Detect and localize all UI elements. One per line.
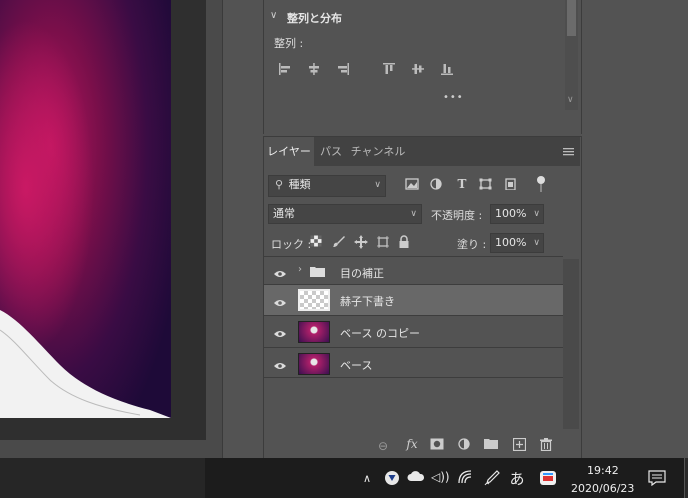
lock-move-icon[interactable] — [354, 235, 368, 252]
layer-name: ベース のコピー — [340, 327, 420, 340]
align-panel-title: 整列と分布 — [287, 12, 342, 25]
fill-label: 塗り : — [457, 238, 487, 251]
blend-mode-select[interactable]: 通常 ∨ — [268, 204, 422, 224]
lock-all-icon[interactable] — [398, 235, 410, 251]
clock-date[interactable]: 2020/06/23 — [571, 482, 634, 495]
more-options-icon[interactable]: ••• — [443, 92, 464, 103]
app-tray-icon[interactable] — [384, 470, 400, 490]
align-scroll-thumb[interactable] — [567, 0, 576, 36]
wifi-icon[interactable] — [458, 470, 474, 488]
group-expand-chevron-icon[interactable]: › — [298, 264, 302, 275]
chevron-down-icon: ∨ — [410, 209, 417, 219]
delete-layer-icon[interactable] — [539, 438, 553, 454]
filter-shape-icon[interactable] — [479, 178, 493, 193]
layer-name: 赫子下書き — [340, 295, 395, 308]
canvas-artwork — [0, 0, 171, 418]
blend-mode-value: 通常 — [273, 207, 295, 220]
align-left-icon[interactable] — [278, 62, 292, 79]
scroll-down-icon[interactable]: ∨ — [567, 95, 574, 105]
layers-bottom-toolbar — [264, 430, 580, 458]
app-tray-icon-2[interactable] — [539, 470, 557, 490]
tab-paths[interactable]: パス — [314, 137, 348, 166]
eye-icon[interactable] — [274, 360, 286, 369]
filter-type-icon[interactable]: T — [455, 177, 469, 191]
align-vcenter-icon[interactable] — [411, 62, 425, 79]
eye-icon[interactable] — [274, 268, 286, 277]
add-mask-icon[interactable] — [430, 438, 444, 453]
filter-kind-value: 種類 — [288, 178, 311, 191]
clock-time[interactable]: 19:42 — [587, 464, 619, 477]
show-desktop-button[interactable] — [684, 458, 688, 498]
fill-value: 100% — [495, 236, 527, 249]
fill-field[interactable]: 100% ∨ — [490, 233, 544, 253]
layer-filter-select[interactable]: ⚲ 種類 ∨ — [268, 175, 386, 197]
volume-icon[interactable]: ◁)) — [431, 470, 450, 484]
ime-mode-indicator[interactable]: あ — [508, 468, 526, 489]
show-hidden-icons-chevron-icon[interactable]: ∧ — [360, 472, 374, 485]
taskbar-app-area — [0, 458, 205, 498]
lock-brush-icon[interactable] — [332, 235, 346, 250]
layer-thumbnail — [298, 289, 330, 311]
eye-icon[interactable] — [274, 328, 286, 337]
opacity-field[interactable]: 100% ∨ — [490, 204, 544, 224]
filter-pixel-icon[interactable] — [405, 178, 419, 193]
layers-scrollbar[interactable] — [563, 259, 579, 429]
lock-artboard-icon[interactable] — [376, 235, 390, 252]
align-label: 整列 : — [274, 37, 304, 50]
opacity-label: 不透明度 : — [431, 209, 483, 222]
align-bottom-icon[interactable] — [440, 62, 454, 79]
document-canvas[interactable] — [0, 0, 171, 418]
layer-thumbnail — [298, 353, 330, 375]
new-group-icon[interactable] — [484, 438, 498, 452]
panel-menu-icon[interactable] — [563, 146, 574, 156]
tab-layers[interactable]: レイヤー — [264, 137, 314, 166]
align-hcenter-icon[interactable] — [307, 62, 321, 79]
lock-label: ロック : — [271, 238, 312, 251]
filter-smartobject-icon[interactable] — [504, 178, 518, 193]
link-layers-icon[interactable]: ⊖ — [375, 439, 391, 453]
search-icon: ⚲ — [275, 178, 284, 191]
tab-channels[interactable]: チャンネル — [348, 137, 408, 166]
layer-name: ベース — [340, 359, 373, 372]
eye-icon[interactable] — [274, 297, 286, 306]
chevron-down-icon: ∨ — [533, 238, 540, 248]
folder-icon — [310, 266, 325, 280]
chevron-down-icon: ∨ — [533, 209, 540, 219]
layer-name: 目の補正 — [340, 267, 384, 280]
notification-center-icon[interactable] — [648, 470, 666, 490]
collapse-chevron-icon[interactable]: ∨ — [270, 10, 277, 21]
filter-toggle-icon[interactable] — [536, 175, 546, 196]
align-top-icon[interactable] — [382, 62, 396, 79]
pen-icon[interactable] — [484, 470, 500, 490]
layer-row-group[interactable] — [264, 256, 563, 287]
filter-adjustment-icon[interactable] — [430, 178, 444, 193]
align-right-icon[interactable] — [336, 62, 350, 79]
layer-thumbnail — [298, 321, 330, 343]
cloud-icon[interactable] — [407, 470, 425, 486]
new-adjustment-icon[interactable] — [458, 438, 472, 453]
fx-icon[interactable]: fx — [404, 437, 420, 451]
new-layer-icon[interactable] — [512, 437, 526, 454]
opacity-value: 100% — [495, 207, 527, 220]
chevron-down-icon: ∨ — [374, 180, 381, 190]
lock-transparent-icon[interactable] — [310, 235, 322, 250]
